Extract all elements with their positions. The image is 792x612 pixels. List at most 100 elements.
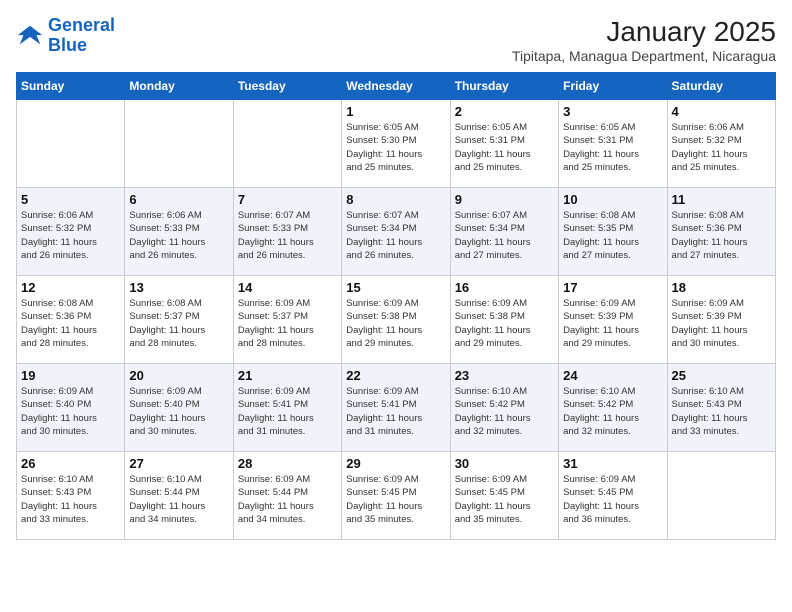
- day-info: Sunrise: 6:09 AMSunset: 5:38 PMDaylight:…: [455, 297, 554, 350]
- day-info: Sunrise: 6:05 AMSunset: 5:31 PMDaylight:…: [563, 121, 662, 174]
- day-number: 14: [238, 280, 337, 295]
- day-number: 24: [563, 368, 662, 383]
- day-number: 2: [455, 104, 554, 119]
- day-info: Sunrise: 6:09 AMSunset: 5:39 PMDaylight:…: [672, 297, 771, 350]
- day-number: 9: [455, 192, 554, 207]
- calendar-week-row: 26 Sunrise: 6:10 AMSunset: 5:43 PMDayligh…: [17, 452, 776, 540]
- day-info: Sunrise: 6:09 AMSunset: 5:41 PMDaylight:…: [238, 385, 337, 438]
- day-number: 28: [238, 456, 337, 471]
- calendar-cell: 15Sunrise: 6:09 AMSunset: 5:38 PMDayligh…: [342, 276, 450, 364]
- logo-blue: Blue: [48, 36, 115, 56]
- calendar-cell: 25 Sunrise: 6:10 AMSunset: 5:43 PMDayligh…: [667, 364, 775, 452]
- day-number: 26: [21, 456, 120, 471]
- header-wednesday: Wednesday: [342, 73, 450, 100]
- calendar-cell: 18 Sunrise: 6:09 AMSunset: 5:39 PMDayligh…: [667, 276, 775, 364]
- calendar-cell: 28Sunrise: 6:09 AMSunset: 5:44 PMDayligh…: [233, 452, 341, 540]
- day-number: 29: [346, 456, 445, 471]
- day-info: Sunrise: 6:10 AMSunset: 5:42 PMDaylight:…: [563, 385, 662, 438]
- header-tuesday: Tuesday: [233, 73, 341, 100]
- logo-general: General: [48, 15, 115, 35]
- calendar-header-row: SundayMondayTuesdayWednesdayThursdayFrid…: [17, 73, 776, 100]
- calendar-cell: 29 Sunrise: 6:09 AMSunset: 5:45 PMDayligh…: [342, 452, 450, 540]
- calendar-cell: 9 Sunrise: 6:07 AMSunset: 5:34 PMDaylight…: [450, 188, 558, 276]
- calendar-cell: [125, 100, 233, 188]
- header-thursday: Thursday: [450, 73, 558, 100]
- day-info: Sunrise: 6:07 AMSunset: 5:33 PMDaylight:…: [238, 209, 337, 262]
- day-number: 21: [238, 368, 337, 383]
- day-number: 5: [21, 192, 120, 207]
- day-info: Sunrise: 6:07 AMSunset: 5:34 PMDaylight:…: [455, 209, 554, 262]
- calendar-title: January 2025: [512, 16, 776, 48]
- calendar-cell: 24 Sunrise: 6:10 AMSunset: 5:42 PMDayligh…: [559, 364, 667, 452]
- day-info: Sunrise: 6:10 AMSunset: 5:43 PMDaylight:…: [672, 385, 771, 438]
- day-info: Sunrise: 6:08 AMSunset: 5:36 PMDaylight:…: [672, 209, 771, 262]
- calendar-cell: 3 Sunrise: 6:05 AMSunset: 5:31 PMDaylight…: [559, 100, 667, 188]
- day-number: 4: [672, 104, 771, 119]
- calendar-week-row: 1 Sunrise: 6:05 AMSunset: 5:30 PMDaylight…: [17, 100, 776, 188]
- day-info: Sunrise: 6:06 AMSunset: 5:33 PMDaylight:…: [129, 209, 228, 262]
- day-info: Sunrise: 6:10 AMSunset: 5:43 PMDaylight:…: [21, 473, 120, 526]
- calendar-cell: 27Sunrise: 6:10 AMSunset: 5:44 PMDayligh…: [125, 452, 233, 540]
- day-number: 19: [21, 368, 120, 383]
- calendar-cell: 21 Sunrise: 6:09 AMSunset: 5:41 PMDayligh…: [233, 364, 341, 452]
- day-info: Sunrise: 6:09 AMSunset: 5:45 PMDaylight:…: [346, 473, 445, 526]
- day-info: Sunrise: 6:09 AMSunset: 5:45 PMDaylight:…: [563, 473, 662, 526]
- calendar-cell: 10Sunrise: 6:08 AMSunset: 5:35 PMDayligh…: [559, 188, 667, 276]
- day-info: Sunrise: 6:08 AMSunset: 5:37 PMDaylight:…: [129, 297, 228, 350]
- calendar-cell: 6 Sunrise: 6:06 AMSunset: 5:33 PMDaylight…: [125, 188, 233, 276]
- page-header: General Blue January 2025 Tipitapa, Mana…: [16, 16, 776, 64]
- day-number: 30: [455, 456, 554, 471]
- day-info: Sunrise: 6:10 AMSunset: 5:42 PMDaylight:…: [455, 385, 554, 438]
- calendar-cell: 11 Sunrise: 6:08 AMSunset: 5:36 PMDayligh…: [667, 188, 775, 276]
- day-info: Sunrise: 6:09 AMSunset: 5:37 PMDaylight:…: [238, 297, 337, 350]
- day-number: 31: [563, 456, 662, 471]
- header-sunday: Sunday: [17, 73, 125, 100]
- day-info: Sunrise: 6:09 AMSunset: 5:38 PMDaylight:…: [346, 297, 445, 350]
- calendar-week-row: 12Sunrise: 6:08 AMSunset: 5:36 PMDayligh…: [17, 276, 776, 364]
- calendar-cell: 2 Sunrise: 6:05 AMSunset: 5:31 PMDaylight…: [450, 100, 558, 188]
- day-number: 3: [563, 104, 662, 119]
- day-number: 7: [238, 192, 337, 207]
- calendar-cell: 13Sunrise: 6:08 AMSunset: 5:37 PMDayligh…: [125, 276, 233, 364]
- day-info: Sunrise: 6:08 AMSunset: 5:35 PMDaylight:…: [563, 209, 662, 262]
- day-number: 16: [455, 280, 554, 295]
- calendar-cell: 22 Sunrise: 6:09 AMSunset: 5:41 PMDayligh…: [342, 364, 450, 452]
- calendar-week-row: 19 Sunrise: 6:09 AMSunset: 5:40 PMDayligh…: [17, 364, 776, 452]
- calendar-subtitle: Tipitapa, Managua Department, Nicaragua: [512, 48, 776, 64]
- calendar-cell: 31 Sunrise: 6:09 AMSunset: 5:45 PMDayligh…: [559, 452, 667, 540]
- day-number: 22: [346, 368, 445, 383]
- calendar-cell: 7 Sunrise: 6:07 AMSunset: 5:33 PMDaylight…: [233, 188, 341, 276]
- logo-text: General Blue: [48, 16, 115, 56]
- calendar-cell: 4Sunrise: 6:06 AMSunset: 5:32 PMDaylight…: [667, 100, 775, 188]
- calendar-table: SundayMondayTuesdayWednesdayThursdayFrid…: [16, 72, 776, 540]
- day-info: Sunrise: 6:09 AMSunset: 5:41 PMDaylight:…: [346, 385, 445, 438]
- calendar-cell: 30Sunrise: 6:09 AMSunset: 5:45 PMDayligh…: [450, 452, 558, 540]
- day-info: Sunrise: 6:09 AMSunset: 5:39 PMDaylight:…: [563, 297, 662, 350]
- day-number: 1: [346, 104, 445, 119]
- calendar-cell: 26 Sunrise: 6:10 AMSunset: 5:43 PMDayligh…: [17, 452, 125, 540]
- calendar-week-row: 5 Sunrise: 6:06 AMSunset: 5:32 PMDaylight…: [17, 188, 776, 276]
- header-friday: Friday: [559, 73, 667, 100]
- logo-bird-icon: [16, 22, 44, 50]
- day-number: 20: [129, 368, 228, 383]
- calendar-cell: 17Sunrise: 6:09 AMSunset: 5:39 PMDayligh…: [559, 276, 667, 364]
- day-info: Sunrise: 6:06 AMSunset: 5:32 PMDaylight:…: [21, 209, 120, 262]
- day-number: 6: [129, 192, 228, 207]
- calendar-cell: 19 Sunrise: 6:09 AMSunset: 5:40 PMDayligh…: [17, 364, 125, 452]
- title-block: January 2025 Tipitapa, Managua Departmen…: [512, 16, 776, 64]
- day-info: Sunrise: 6:09 AMSunset: 5:40 PMDaylight:…: [21, 385, 120, 438]
- day-number: 8: [346, 192, 445, 207]
- day-info: Sunrise: 6:05 AMSunset: 5:30 PMDaylight:…: [346, 121, 445, 174]
- day-number: 25: [672, 368, 771, 383]
- calendar-cell: 5 Sunrise: 6:06 AMSunset: 5:32 PMDaylight…: [17, 188, 125, 276]
- logo: General Blue: [16, 16, 115, 56]
- day-number: 18: [672, 280, 771, 295]
- calendar-cell: 20 Sunrise: 6:09 AMSunset: 5:40 PMDayligh…: [125, 364, 233, 452]
- day-info: Sunrise: 6:09 AMSunset: 5:40 PMDaylight:…: [129, 385, 228, 438]
- day-info: Sunrise: 6:08 AMSunset: 5:36 PMDaylight:…: [21, 297, 120, 350]
- header-saturday: Saturday: [667, 73, 775, 100]
- calendar-cell: 1 Sunrise: 6:05 AMSunset: 5:30 PMDaylight…: [342, 100, 450, 188]
- day-number: 11: [672, 192, 771, 207]
- day-info: Sunrise: 6:05 AMSunset: 5:31 PMDaylight:…: [455, 121, 554, 174]
- header-monday: Monday: [125, 73, 233, 100]
